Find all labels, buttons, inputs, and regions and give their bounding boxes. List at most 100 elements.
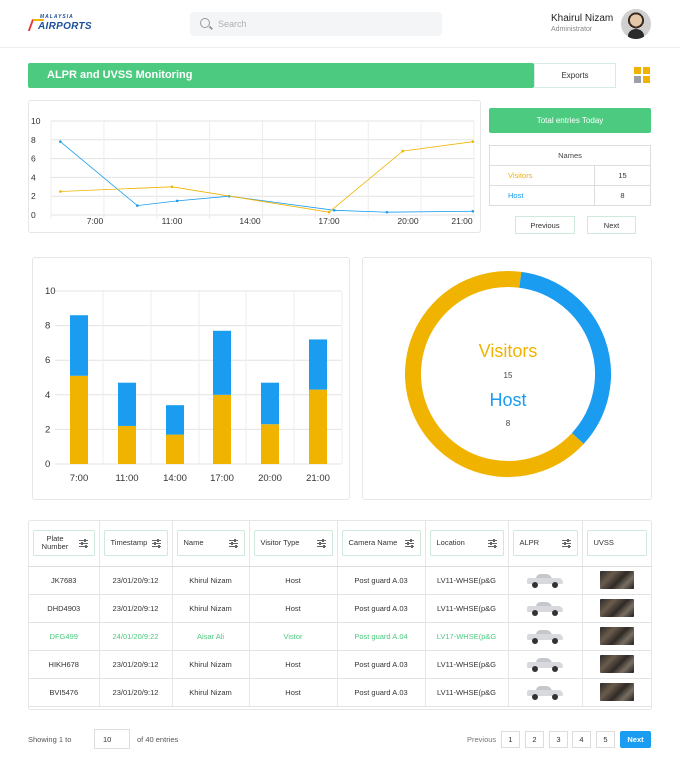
cell-uvss xyxy=(582,678,651,707)
cell-timestamp: 23/01/20/9:12 xyxy=(99,650,173,679)
cell-plate: JK7683 xyxy=(29,566,100,595)
line-chart-y-tick: 0 xyxy=(31,210,36,220)
bar-chart-y-tick: 8 xyxy=(45,321,50,332)
line-chart-x-tick: 21:00 xyxy=(451,216,473,226)
table-row[interactable]: HIKH678 23/01/20/9:12 Khirul Nizam Host Post… xyxy=(29,650,651,679)
search-input[interactable] xyxy=(218,16,428,32)
column-header-label: UVSS xyxy=(593,538,614,548)
line-chart-point xyxy=(385,210,389,214)
summary-next-button[interactable]: Next xyxy=(587,216,636,234)
cell-camera-name: Post guard A.03 xyxy=(337,594,426,623)
cell-visitor-type: Host xyxy=(249,594,338,623)
bar-chart-bar xyxy=(70,375,88,464)
line-chart-point xyxy=(59,190,62,193)
column-header-plate: Plate Number xyxy=(29,521,100,567)
bar-chart-y-tick: 10 xyxy=(45,286,56,297)
car-image-icon[interactable] xyxy=(527,573,563,588)
cell-alpr xyxy=(508,650,583,679)
column-header-uvss: UVSS xyxy=(582,521,651,567)
bar-chart-x-tick: 14:00 xyxy=(163,473,187,484)
cell-plate: HIKH678 xyxy=(29,650,100,679)
page-size-select[interactable]: 10 xyxy=(94,729,130,749)
column-header-plate-button[interactable]: Plate Number xyxy=(33,530,95,557)
car-image-icon[interactable] xyxy=(527,601,563,616)
logo-main-text: AIRPORTS xyxy=(38,21,92,32)
bar-chart-bar xyxy=(166,405,184,435)
undercarriage-image-icon[interactable] xyxy=(599,599,634,617)
cell-location: LV17-WHSE(p&G xyxy=(425,622,509,651)
filter-sliders-icon[interactable] xyxy=(78,539,88,549)
table-row[interactable]: DHD4903 23/01/20/9:12 Khirul Nizam Host Post… xyxy=(29,594,651,623)
search-icon xyxy=(200,18,210,28)
column-header-camera-name-button[interactable]: Camera Name xyxy=(341,530,421,557)
page-2-button[interactable]: 2 xyxy=(525,731,544,748)
column-header-alpr-button[interactable]: ALPR xyxy=(512,530,578,557)
search-bar[interactable] xyxy=(190,12,442,36)
summary-visitors-label: Visitors xyxy=(489,165,595,186)
column-header-visitor-type-button[interactable]: Visitor Type xyxy=(253,530,333,557)
undercarriage-image-icon[interactable] xyxy=(599,683,634,701)
column-header-label: ALPR xyxy=(519,538,540,548)
car-image-icon[interactable] xyxy=(527,657,563,672)
entries-table: Plate Number Timestamp Name Visitor Type Cam… xyxy=(29,521,651,707)
column-header-name: Name xyxy=(172,521,250,567)
exports-button[interactable]: Exports xyxy=(534,63,616,88)
avatar[interactable] xyxy=(621,9,651,39)
line-chart-x-tick: 20:00 xyxy=(397,216,419,226)
bar-chart-x-tick: 21:00 xyxy=(306,473,330,484)
entries-table-card: Plate Number Timestamp Name Visitor Type Cam… xyxy=(28,520,652,710)
column-header-name-button[interactable]: Name xyxy=(176,530,245,557)
filter-sliders-icon[interactable] xyxy=(487,539,497,549)
bar-chart: 0 2 4 6 8 10 7:00 11:00 14:00 17:00 20:00 21:00 xyxy=(45,286,343,484)
table-row[interactable]: DFG499 24/01/20/9:22 Aisar Ali Vistor Post g… xyxy=(29,622,651,651)
cell-name: Khirul Nizam xyxy=(172,566,250,595)
car-image-icon[interactable] xyxy=(527,685,563,700)
cell-camera-name: Post guard A.03 xyxy=(337,566,426,595)
filter-sliders-icon[interactable] xyxy=(151,539,161,549)
user-role: Administrator xyxy=(551,26,593,33)
page-3-button[interactable]: 3 xyxy=(549,731,568,748)
cell-location: LV11-WHSE(p&G xyxy=(425,594,509,623)
bar-chart-x-tick: 7:00 xyxy=(70,473,89,484)
table-row[interactable]: BVI5476 23/01/20/9:12 Khirul Nizam Host Post… xyxy=(29,678,651,707)
page-1-button[interactable]: 1 xyxy=(501,731,520,748)
pagination-next-button[interactable]: Next xyxy=(620,731,651,748)
cell-camera-name: Post guard A.03 xyxy=(337,678,426,707)
summary-previous-button[interactable]: Previous xyxy=(515,216,575,234)
column-header-label: Camera Name xyxy=(348,538,398,548)
page-4-button[interactable]: 4 xyxy=(572,731,591,748)
line-chart-y-tick: 2 xyxy=(31,191,36,201)
cell-name: Khirul Nizam xyxy=(172,594,250,623)
pagination-previous[interactable]: Previous xyxy=(467,735,496,744)
summary-host-value: 8 xyxy=(594,185,651,206)
page-5-button[interactable]: 5 xyxy=(596,731,615,748)
column-header-label: Visitor Type xyxy=(260,538,300,548)
line-chart-y-tick: 4 xyxy=(31,172,36,182)
donut-slice-visitors xyxy=(405,271,584,477)
dashboard-grid-icon[interactable] xyxy=(634,67,651,84)
malaysia-airports-logo[interactable]: MALAYSIA AIRPORTS xyxy=(27,14,94,36)
filter-sliders-icon[interactable] xyxy=(404,539,414,549)
user-name: Khairul Nizam xyxy=(551,13,614,24)
column-header-uvss-button[interactable]: UVSS xyxy=(586,530,647,557)
cell-name: Aisar Ali xyxy=(172,622,250,651)
undercarriage-image-icon[interactable] xyxy=(599,571,634,589)
filter-sliders-icon[interactable] xyxy=(228,539,238,549)
cell-uvss xyxy=(582,594,651,623)
total-entries-today-button[interactable]: Total entries Today xyxy=(489,108,651,133)
table-row[interactable]: JK7683 23/01/20/9:12 Khirul Nizam Host Post … xyxy=(29,566,651,595)
column-header-visitor-type: Visitor Type xyxy=(249,521,338,567)
line-chart-y-tick: 8 xyxy=(31,135,36,145)
line-chart-point xyxy=(170,185,174,189)
car-image-icon[interactable] xyxy=(527,629,563,644)
filter-sliders-icon[interactable] xyxy=(561,539,571,549)
column-header-location-button[interactable]: Location xyxy=(429,530,504,557)
filter-sliders-icon[interactable] xyxy=(316,539,326,549)
bar-chart-x-tick: 20:00 xyxy=(258,473,282,484)
column-header-camera-name: Camera Name xyxy=(337,521,426,567)
undercarriage-image-icon[interactable] xyxy=(599,627,634,645)
cell-timestamp: 23/01/20/9:12 xyxy=(99,678,173,707)
undercarriage-image-icon[interactable] xyxy=(599,655,634,673)
column-header-timestamp-button[interactable]: Timestamp xyxy=(103,530,168,557)
bar-chart-y-tick: 6 xyxy=(45,355,50,366)
